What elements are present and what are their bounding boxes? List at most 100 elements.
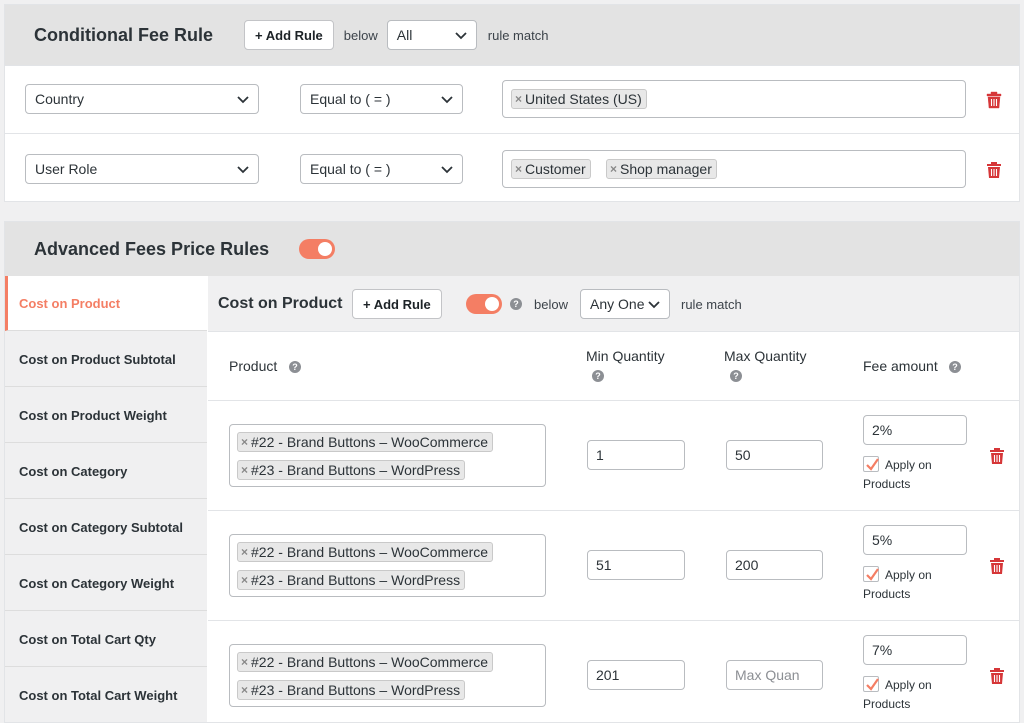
chevron-down-icon — [441, 96, 453, 104]
fee-amount-input[interactable]: 2% — [863, 415, 967, 445]
rule-match-value: Any One — [590, 296, 645, 312]
selected-tag: × #23 - Brand Buttons – WordPress — [237, 460, 466, 480]
help-icon[interactable]: ? — [289, 361, 301, 373]
rule-type-sidebar: Cost on Product Cost on Product Subtotal… — [5, 276, 207, 722]
advanced-header: Advanced Fees Price Rules — [5, 222, 1019, 276]
sidebar-item-cost-on-total-cart-qty[interactable]: Cost on Total Cart Qty — [5, 612, 207, 667]
remove-tag-icon[interactable]: × — [241, 545, 248, 559]
chevron-down-icon — [648, 301, 660, 309]
remove-tag-icon[interactable]: × — [515, 92, 522, 106]
check-icon — [866, 458, 879, 471]
advanced-title: Advanced Fees Price Rules — [34, 238, 270, 259]
sidebar-item-cost-on-category[interactable]: Cost on Category — [5, 444, 207, 499]
tag-label: #23 - Brand Buttons – WordPress — [251, 572, 461, 588]
conditional-header: Conditional Fee Rule + Add Rule below Al… — [5, 5, 1019, 65]
apply-on-label-products: Products — [863, 697, 911, 711]
remove-tag-icon[interactable]: × — [241, 573, 248, 587]
max-quantity-input[interactable]: 50 — [726, 440, 823, 470]
product-multiselect[interactable]: × #22 - Brand Buttons – WooCommerce × #23 … — [229, 644, 546, 707]
sidebar-item-cost-on-category-weight[interactable]: Cost on Category Weight — [5, 556, 207, 611]
condition-field-select[interactable]: Country — [25, 84, 259, 114]
condition-field-value: User Role — [35, 161, 98, 177]
remove-tag-icon[interactable]: × — [241, 655, 248, 669]
tag-label: Customer — [525, 161, 586, 177]
selected-tag: × Shop manager — [606, 159, 717, 179]
tag-label: United States (US) — [525, 91, 642, 107]
conditional-fee-rule-panel: Conditional Fee Rule + Add Rule below Al… — [4, 4, 1020, 202]
condition-field-select[interactable]: User Role — [25, 154, 259, 184]
max-quantity-input[interactable]: 200 — [726, 550, 823, 580]
help-icon[interactable]: ? — [510, 298, 522, 310]
add-rule-button[interactable]: + Add Rule — [352, 289, 442, 319]
remove-tag-icon[interactable]: × — [241, 683, 248, 697]
product-multiselect[interactable]: × #22 - Brand Buttons – WooCommerce × #23 … — [229, 424, 546, 487]
condition-operator-select[interactable]: Equal to ( = ) — [300, 154, 463, 184]
row-divider — [208, 400, 1019, 401]
row-divider — [208, 510, 1019, 511]
selected-tag: × #22 - Brand Buttons – WooCommerce — [237, 652, 494, 672]
trash-icon[interactable] — [989, 447, 1005, 465]
tag-label: Shop manager — [620, 161, 712, 177]
rule-match-select[interactable]: Any One — [580, 289, 670, 319]
section-enable-toggle[interactable] — [466, 294, 502, 314]
trash-icon[interactable] — [989, 667, 1005, 685]
selected-tag: × #23 - Brand Buttons – WordPress — [237, 680, 466, 700]
sidebar-item-cost-on-product[interactable]: Cost on Product — [5, 276, 207, 331]
remove-tag-icon[interactable]: × — [241, 435, 248, 449]
remove-tag-icon[interactable]: × — [241, 463, 248, 477]
help-icon[interactable]: ? — [592, 370, 604, 382]
condition-row: Country Equal to ( = ) × United States (U… — [5, 65, 1019, 133]
below-label: below — [534, 297, 568, 312]
condition-operator-value: Equal to ( = ) — [310, 91, 391, 107]
product-column-header: Product — [229, 358, 278, 374]
product-multiselect[interactable]: × #22 - Brand Buttons – WooCommerce × #23 … — [229, 534, 546, 597]
add-rule-button[interactable]: + Add Rule — [244, 20, 334, 50]
tag-label: #23 - Brand Buttons – WordPress — [251, 682, 461, 698]
min-quantity-input[interactable]: 1 — [587, 440, 685, 470]
condition-row: User Role Equal to ( = ) × Customer × Shop… — [5, 133, 1019, 201]
apply-on-label-products: Products — [863, 477, 911, 491]
apply-on-label: Apply on — [885, 678, 932, 692]
max-quantity-input[interactable]: Max Quan — [726, 660, 823, 690]
tag-label: #22 - Brand Buttons – WooCommerce — [251, 544, 489, 560]
fee-amount-input[interactable]: 7% — [863, 635, 967, 665]
apply-on-products-checkbox[interactable] — [863, 566, 879, 582]
apply-on-products-checkbox[interactable] — [863, 676, 879, 692]
chevron-down-icon — [441, 166, 453, 174]
condition-value-multiselect[interactable]: × United States (US) — [502, 80, 966, 118]
below-label: below — [343, 27, 378, 43]
section-header: Cost on Product + Add Rule ? below Any O… — [208, 276, 1019, 332]
rule-section: Cost on Product + Add Rule ? below Any O… — [208, 276, 1019, 722]
apply-on-label: Apply on — [885, 458, 932, 472]
check-icon — [866, 678, 879, 691]
max-quantity-column-header: Max Quantity — [724, 348, 807, 364]
sidebar-item-cost-on-product-subtotal[interactable]: Cost on Product Subtotal — [5, 332, 207, 387]
sidebar-item-cost-on-category-subtotal[interactable]: Cost on Category Subtotal — [5, 500, 207, 555]
trash-icon[interactable] — [989, 557, 1005, 575]
min-quantity-input[interactable]: 201 — [587, 660, 685, 690]
remove-tag-icon[interactable]: × — [515, 162, 522, 176]
condition-value-multiselect[interactable]: × Customer × Shop manager — [502, 150, 966, 188]
advanced-fees-panel: Advanced Fees Price Rules Cost on Produc… — [4, 221, 1020, 723]
selected-tag: × #22 - Brand Buttons – WooCommerce — [237, 432, 494, 452]
trash-icon[interactable] — [986, 161, 1002, 179]
help-icon[interactable]: ? — [949, 361, 961, 373]
help-icon[interactable]: ? — [730, 370, 742, 382]
apply-on-label: Apply on — [885, 568, 932, 582]
chevron-down-icon — [237, 166, 249, 174]
min-quantity-input[interactable]: 51 — [587, 550, 685, 580]
row-divider — [208, 620, 1019, 621]
min-quantity-column-header: Min Quantity — [586, 348, 665, 364]
sidebar-item-cost-on-total-cart-weight[interactable]: Cost on Total Cart Weight — [5, 668, 207, 722]
remove-tag-icon[interactable]: × — [610, 162, 617, 176]
fee-amount-input[interactable]: 5% — [863, 525, 967, 555]
fee-amount-column-header: Fee amount — [863, 358, 938, 374]
apply-on-products-checkbox[interactable] — [863, 456, 879, 472]
condition-operator-select[interactable]: Equal to ( = ) — [300, 84, 463, 114]
sidebar-item-cost-on-product-weight[interactable]: Cost on Product Weight — [5, 388, 207, 443]
advanced-enable-toggle[interactable] — [299, 239, 336, 259]
chevron-down-icon — [455, 32, 467, 40]
trash-icon[interactable] — [986, 91, 1002, 109]
rule-match-select[interactable]: All — [386, 20, 477, 50]
apply-on-label-products: Products — [863, 587, 911, 601]
